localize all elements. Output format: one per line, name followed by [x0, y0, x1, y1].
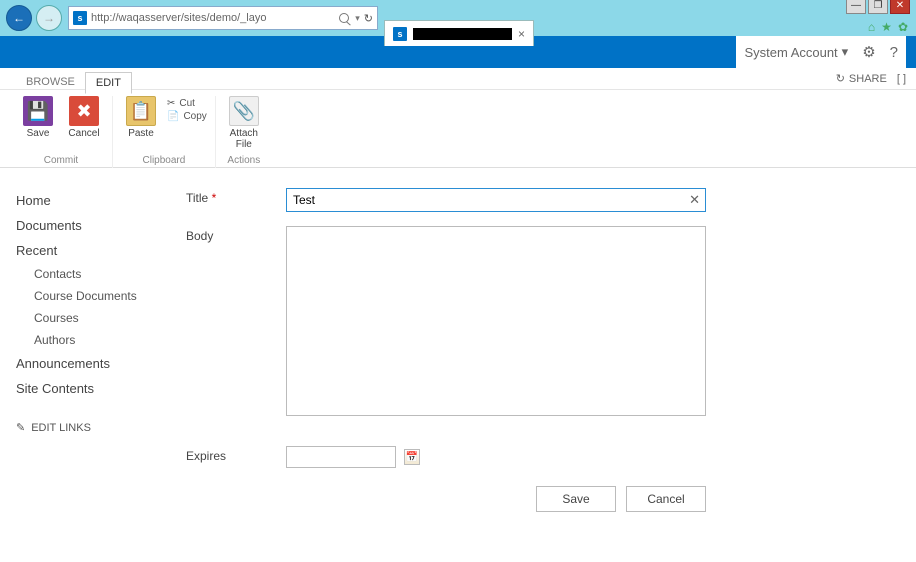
nav-site-contents[interactable]: Site Contents — [16, 376, 186, 401]
attach-label: Attach File — [224, 128, 264, 150]
nav-courses[interactable]: Courses — [16, 307, 186, 329]
tab-close-icon[interactable]: × — [518, 27, 525, 41]
body-label: Body — [186, 226, 286, 243]
nav-documents[interactable]: Documents — [16, 213, 186, 238]
chevron-down-icon: ▾ — [842, 44, 849, 60]
tab-browse[interactable]: BROWSE — [16, 72, 85, 94]
save-button[interactable]: Save — [536, 486, 616, 512]
group-commit-label: Commit — [44, 155, 78, 168]
form-area: Title * ✕ Body Expires 📅 Save Cancel — [186, 188, 706, 512]
edit-links-label: EDIT LINKS — [31, 422, 91, 434]
save-ribbon-button[interactable]: 💾 Save — [18, 96, 58, 139]
ribbon-group-commit: 💾 Save ✖ Cancel Commit — [10, 96, 113, 168]
tools-icon[interactable]: ✿ — [898, 20, 908, 34]
attach-file-icon: 📎 — [229, 96, 259, 126]
attach-file-button[interactable]: 📎 Attach File — [224, 96, 264, 150]
ribbon-tabs: BROWSE EDIT — [16, 72, 132, 94]
tab-title — [413, 28, 512, 40]
title-label: Title * — [186, 188, 286, 205]
tab-strip: s × — [384, 0, 534, 36]
nav-contacts[interactable]: Contacts — [16, 263, 186, 285]
ribbon-group-actions: 📎 Attach File Actions — [216, 96, 272, 168]
nav-announcements[interactable]: Announcements — [16, 351, 186, 376]
account-menu[interactable]: System Account ▾ — [744, 44, 848, 60]
date-picker-icon[interactable]: 📅 — [404, 449, 420, 465]
expires-label: Expires — [186, 446, 286, 463]
main-content: Home Documents Recent Contacts Course Do… — [0, 168, 916, 532]
nav-forward-button[interactable]: → — [36, 5, 62, 31]
refresh-icon[interactable]: ↻ — [364, 12, 373, 25]
group-actions-label: Actions — [227, 155, 260, 168]
site-favicon-icon: s — [73, 11, 87, 25]
cancel-icon: ✖ — [69, 96, 99, 126]
paste-button[interactable]: 📋 Paste — [121, 96, 161, 139]
left-nav: Home Documents Recent Contacts Course Do… — [16, 188, 186, 512]
ribbon-group-clipboard: 📋 Paste ✂ Cut 📄 Copy Clipboard — [113, 96, 216, 168]
copy-label: Copy — [183, 111, 206, 122]
cancel-ribbon-button[interactable]: ✖ Cancel — [64, 96, 104, 139]
address-bar[interactable]: s http://waqasserver/sites/demo/_layo ↻ — [68, 6, 378, 30]
window-close-button[interactable]: ✕ — [890, 0, 910, 14]
pencil-icon: ✎ — [16, 421, 25, 434]
paste-icon: 📋 — [126, 96, 156, 126]
nav-recent[interactable]: Recent — [16, 238, 186, 263]
focus-button[interactable]: [ ] — [897, 73, 906, 85]
browser-tab[interactable]: s × — [384, 20, 534, 46]
search-dropdown-icon[interactable] — [353, 12, 360, 24]
nav-back-button[interactable]: ← — [6, 5, 32, 31]
share-button[interactable]: ↻ SHARE — [836, 72, 887, 85]
help-icon[interactable]: ? — [890, 44, 898, 61]
cancel-label: Cancel — [68, 128, 99, 139]
paste-label: Paste — [128, 128, 154, 139]
browser-chrome: — ❐ ✕ ⌂ ★ ✿ ← → s http://waqasserver/sit… — [0, 0, 916, 36]
required-indicator: * — [212, 191, 217, 205]
window-maximize-button[interactable]: ❐ — [868, 0, 888, 14]
copy-icon: 📄 — [167, 111, 179, 122]
account-label: System Account — [744, 45, 837, 60]
window-minimize-button[interactable]: — — [846, 0, 866, 14]
chrome-icons: ⌂ ★ ✿ — [868, 20, 908, 34]
favorites-icon[interactable]: ★ — [881, 20, 892, 34]
window-controls: — ❐ ✕ — [846, 0, 910, 14]
scissors-icon: ✂ — [167, 98, 175, 109]
cancel-button[interactable]: Cancel — [626, 486, 706, 512]
copy-button[interactable]: 📄 Copy — [167, 111, 207, 122]
save-icon: 💾 — [23, 96, 53, 126]
expires-input[interactable] — [286, 446, 396, 468]
nav-home[interactable]: Home — [16, 188, 186, 213]
share-icon: ↻ — [836, 72, 845, 85]
url-text: http://waqasserver/sites/demo/_layo — [91, 12, 339, 24]
save-label: Save — [27, 128, 50, 139]
home-icon[interactable]: ⌂ — [868, 20, 875, 34]
gear-icon[interactable]: ⚙ — [862, 43, 875, 61]
nav-authors[interactable]: Authors — [16, 329, 186, 351]
clear-title-icon[interactable]: ✕ — [689, 192, 700, 208]
share-bar: ↻ SHARE [ ] — [0, 68, 916, 90]
group-clipboard-label: Clipboard — [143, 155, 186, 168]
cut-label: Cut — [179, 98, 195, 109]
tab-edit[interactable]: EDIT — [85, 72, 132, 94]
ribbon: 💾 Save ✖ Cancel Commit 📋 Paste ✂ Cut � — [0, 90, 916, 168]
cut-button[interactable]: ✂ Cut — [167, 98, 207, 109]
body-textarea[interactable] — [286, 226, 706, 416]
edit-links-button[interactable]: ✎ EDIT LINKS — [16, 421, 186, 434]
form-buttons: Save Cancel — [186, 486, 706, 512]
nav-course-documents[interactable]: Course Documents — [16, 285, 186, 307]
search-icon[interactable] — [339, 13, 349, 23]
tab-favicon-icon: s — [393, 27, 407, 41]
title-input[interactable] — [286, 188, 706, 212]
share-label: SHARE — [849, 73, 887, 85]
